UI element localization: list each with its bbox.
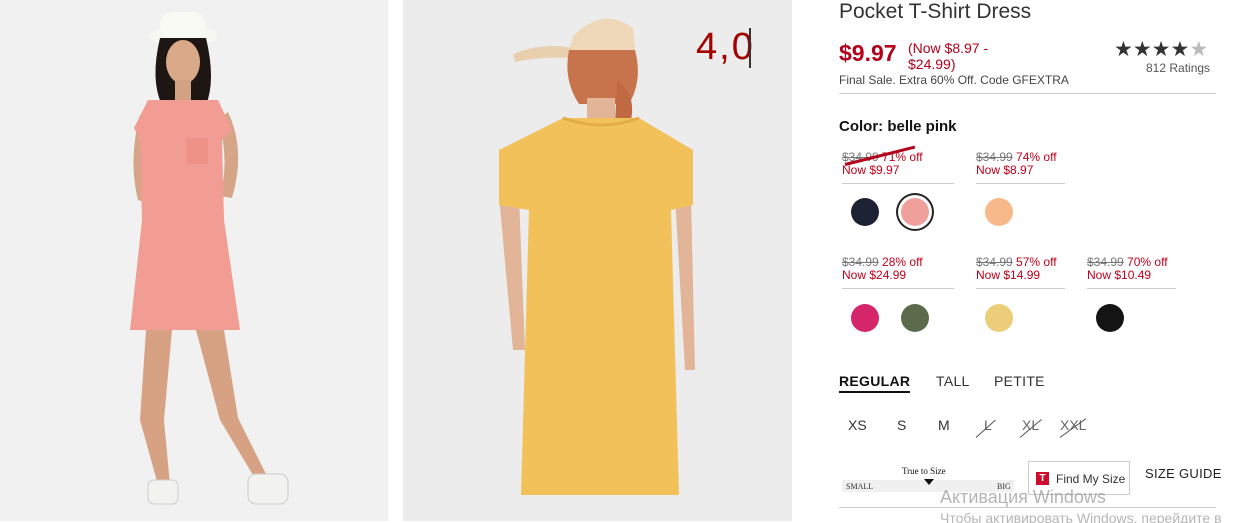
discount: 74% off [1016,150,1057,164]
fit-marker-icon [924,479,934,485]
price-group-5: $34.99 70% off Now $10.49 [1087,255,1176,289]
divider [976,288,1065,289]
fit-scale-small: SMALL [846,482,874,491]
color-label: Color: belle pink [839,118,957,135]
tab-petite[interactable]: PETITE [994,373,1045,389]
price-group-3: $34.99 28% off Now $24.99 [842,255,954,289]
windows-activation-title: Активация Windows [940,487,1106,507]
old-price: $34.99 [976,150,1013,164]
rating-stars-icon[interactable]: ★★★★★ [1114,37,1208,62]
discount: 57% off [1016,255,1057,269]
text-caret [749,28,751,68]
rating-count-link[interactable]: 812 Ratings [1146,61,1210,75]
swatch-magenta[interactable] [851,304,879,332]
now-price: Now $9.97 [842,163,900,177]
price-group-2: $34.99 74% off Now $8.97 [976,150,1065,184]
discount: 28% off [882,255,923,269]
swatch-belle-pink[interactable] [901,198,929,226]
divider [842,183,954,184]
overlay-number-text: 4,0 [696,26,755,68]
now-price: Now $24.99 [842,268,907,282]
now-price: Now $8.97 [976,163,1034,177]
swatch-peach[interactable] [985,198,1013,226]
price-range: (Now $8.97 - $24.99) [908,40,989,72]
rating-full-stars: ★★★★ [1114,38,1190,61]
old-price: $34.99 [976,255,1013,269]
size-guide-link[interactable]: SIZE GUIDE [1145,466,1222,481]
divider [976,183,1065,184]
price-group-4: $34.99 57% off Now $14.99 [976,255,1065,289]
model-pink-dress-image [130,12,289,505]
size-xs[interactable]: XS [848,417,867,433]
swatch-olive[interactable] [901,304,929,332]
divider [839,93,1216,94]
swatch-yellow[interactable] [985,304,1013,332]
tab-tall[interactable]: TALL [936,373,970,389]
rating-half-star-icon: ★ [1189,38,1209,61]
product-photo-front[interactable] [0,0,388,521]
discount: 70% off [1127,255,1168,269]
true-to-size-label: True to Size [902,466,946,476]
size-m[interactable]: M [938,417,950,433]
divider [842,288,954,289]
divider [1087,288,1176,289]
swatch-navy[interactable] [851,198,879,226]
model-yellow-dress-image [499,18,695,495]
true-fit-logo-icon: T [1036,472,1049,485]
old-price: $34.99 [1087,255,1124,269]
old-price: $34.99 [842,255,879,269]
size-xl-unavailable[interactable]: XL [1022,417,1039,433]
product-title: Pocket T-Shirt Dress [839,0,1032,23]
now-price: Now $14.99 [976,268,1041,282]
find-my-size-label: Find My Size [1056,472,1126,486]
final-sale-note: Final Sale. Extra 60% Off. Code GFEXTRA [839,73,1069,87]
size-s[interactable]: S [897,417,906,433]
product-photo-back[interactable] [403,0,792,521]
now-price: Now $10.49 [1087,268,1152,282]
current-price: $9.97 [839,40,897,66]
swatch-black[interactable] [1096,304,1124,332]
tab-regular[interactable]: REGULAR [839,373,911,393]
windows-activation-text: Чтобы активировать Windows, перейдите в [940,510,1222,523]
